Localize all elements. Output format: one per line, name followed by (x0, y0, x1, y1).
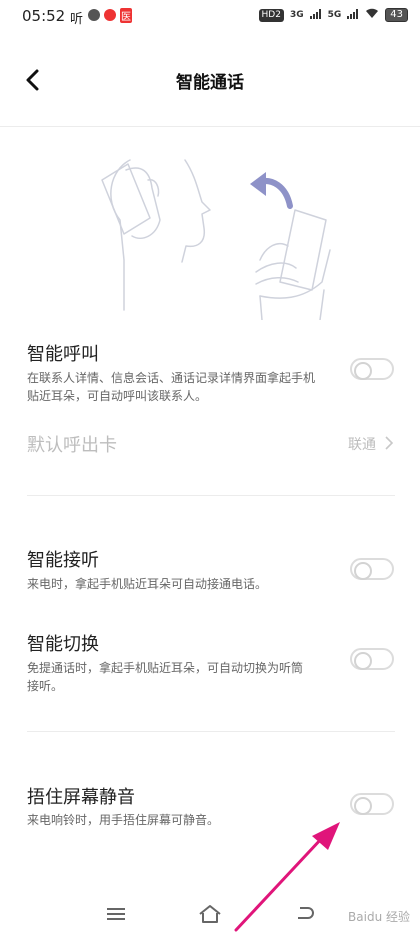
back-nav-button[interactable] (294, 902, 324, 928)
smart-switch-title: 智能切换 (27, 634, 99, 655)
divider (27, 731, 395, 732)
smart-switch-toggle[interactable] (350, 648, 394, 670)
page-title: 智能通话 (176, 73, 244, 93)
smart-answer-desc: 来电时，拿起手机贴近耳朵可自动接通电话。 (27, 577, 268, 591)
smart-switch-desc: 免提通话时，拿起手机贴近耳朵，可自动切换为听筒接听。 (27, 661, 304, 693)
back-icon (298, 907, 314, 919)
status-time: 05:52 (22, 7, 66, 25)
signal-icon (347, 8, 359, 22)
smart-answer-toggle[interactable] (350, 558, 394, 580)
signal-icon (309, 8, 322, 22)
toggle-knob (354, 797, 372, 815)
default-card-value: 联通 (348, 437, 376, 453)
weibo-icon (104, 9, 116, 21)
toggle-knob (354, 362, 372, 380)
watermark: Baidu 经验 (348, 910, 410, 924)
smart-call-toggle[interactable] (350, 358, 394, 380)
smart-call-illustration (101, 159, 331, 320)
chevron-right-icon (385, 436, 394, 450)
app-icon-listen: 听 (70, 12, 84, 27)
default-card-title[interactable]: 默认呼出卡 (27, 431, 117, 457)
navigation-bar: Baidu 经验 (0, 890, 420, 940)
toggle-knob (354, 652, 372, 670)
toggle-knob (354, 562, 372, 580)
home-button[interactable] (196, 902, 226, 928)
hd-icon: HD2 (258, 8, 284, 22)
network-3g: 3G (289, 10, 304, 20)
header: 智能通话 (0, 50, 420, 108)
smart-call-title: 智能呼叫 (27, 344, 99, 365)
status-indicators: HD2 3G 5G 43 (258, 8, 408, 22)
medical-icon: 医 (120, 8, 132, 23)
wifi-icon (365, 8, 379, 22)
smart-call-desc: 在联系人详情、信息会话、通话记录详情界面拿起手机贴近耳朵，可自动呼叫该联系人。 (27, 371, 316, 403)
battery-icon: 43 (385, 8, 408, 22)
divider (0, 126, 420, 127)
weibo-icon (88, 9, 100, 21)
status-bar: 05:52 听 医 HD2 3G 5G 43 (0, 0, 420, 34)
cover-mute-title: 捂住屏幕静音 (27, 787, 135, 808)
cover-mute-desc: 来电响铃时，用手捂住屏幕可静音。 (27, 813, 220, 827)
network-5g: 5G (327, 10, 342, 20)
divider (27, 495, 395, 496)
smart-answer-title: 智能接听 (27, 550, 99, 571)
cover-mute-toggle[interactable] (350, 793, 394, 815)
menu-icon (107, 908, 125, 920)
home-icon (199, 905, 221, 923)
menu-button[interactable] (104, 902, 134, 928)
